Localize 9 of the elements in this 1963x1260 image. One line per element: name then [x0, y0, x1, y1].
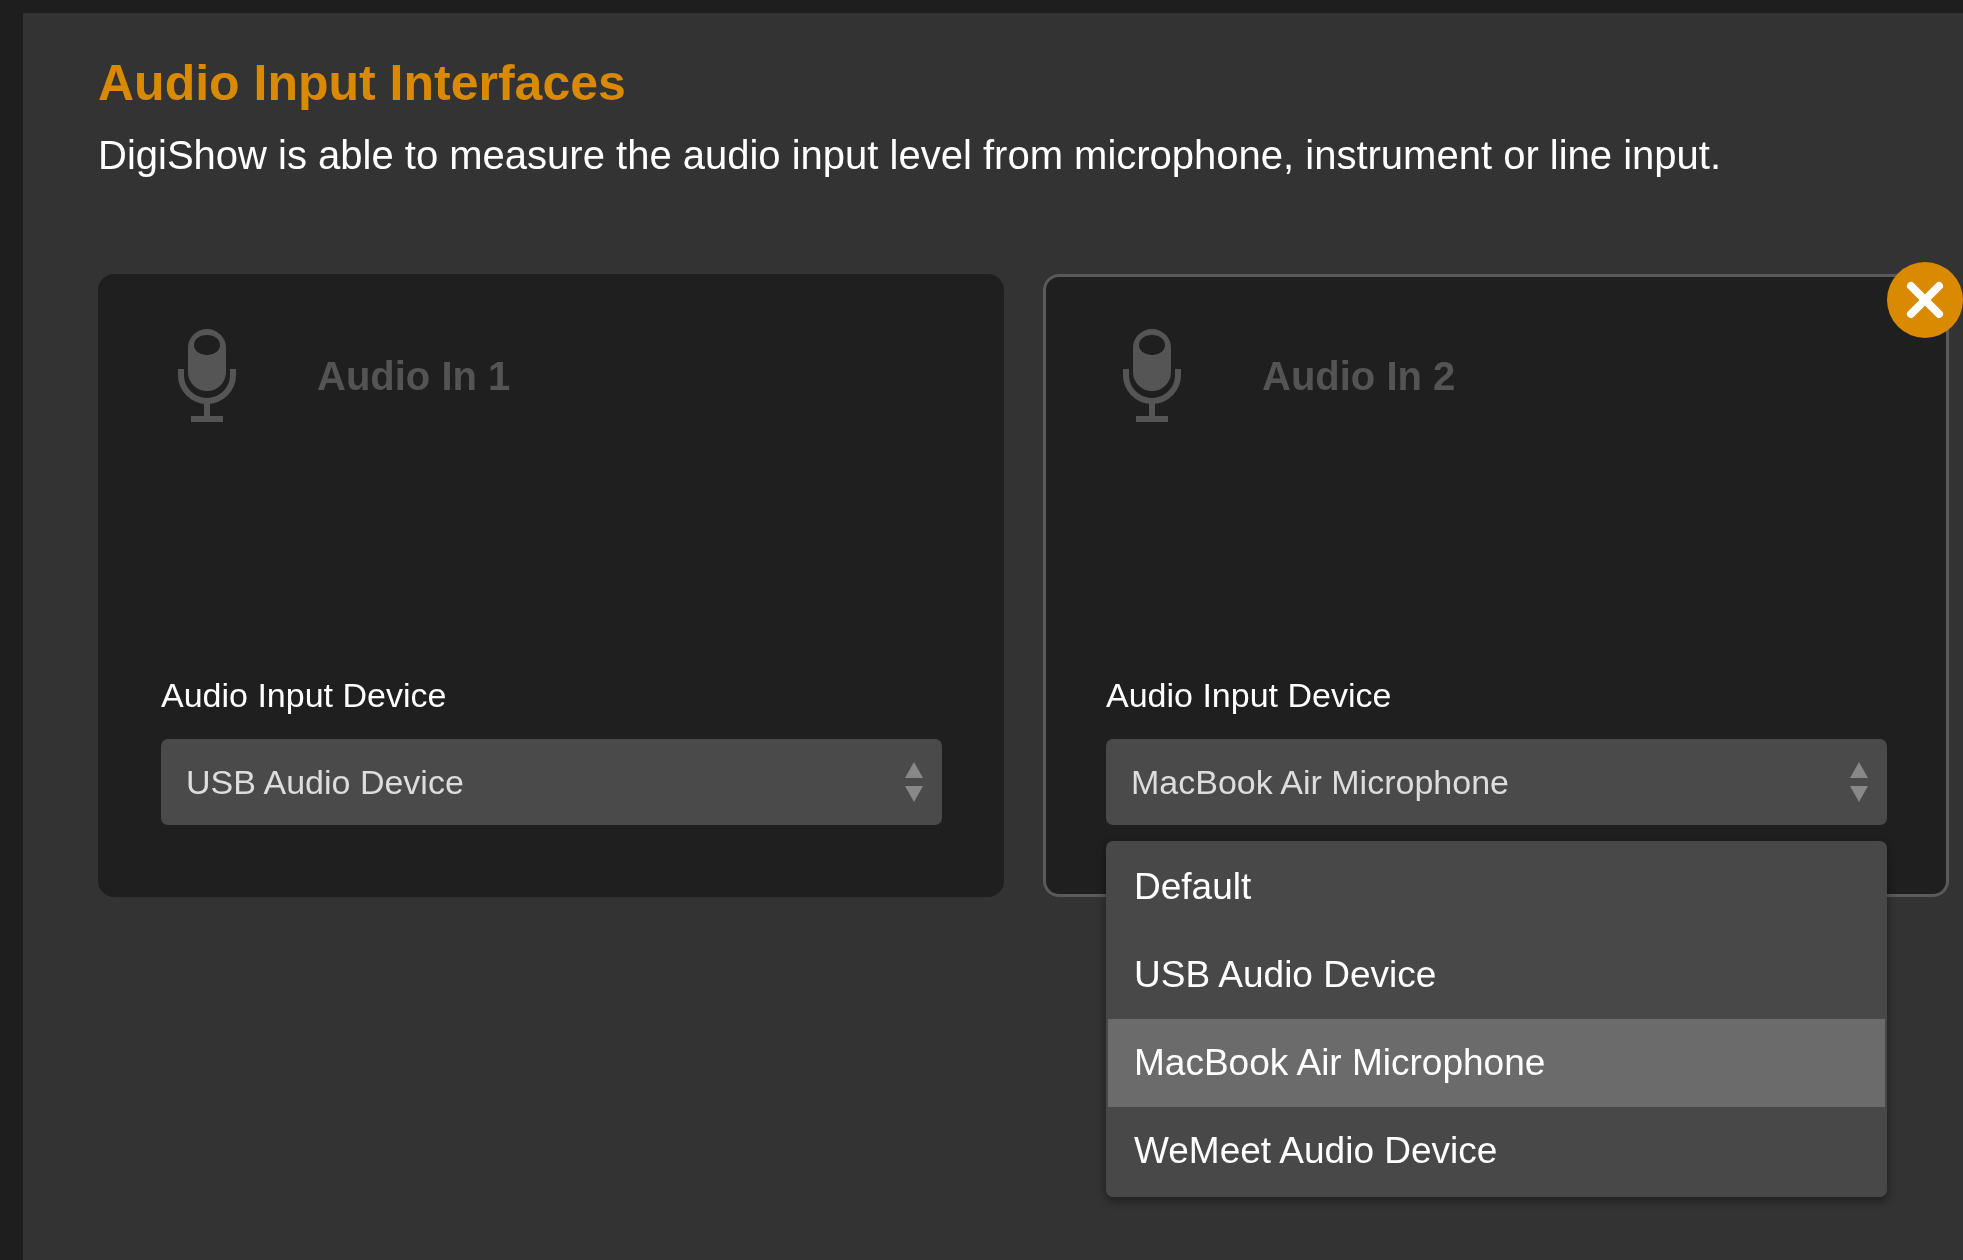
field-label: Audio Input Device	[161, 675, 448, 716]
dropdown-option[interactable]: MacBook Air Microphone	[1108, 1019, 1885, 1107]
description-text: DigiShow is able to measure the audio input level from microphone, instrument or line input.	[98, 132, 1723, 179]
section-title: Audio Input Interfaces	[98, 54, 627, 113]
dropdown-option[interactable]: WeMeet Audio Device	[1108, 1107, 1885, 1195]
field-label: Audio Input Device	[1106, 675, 1393, 716]
dropdown-option[interactable]: USB Audio Device	[1108, 931, 1885, 1019]
device-select[interactable]: USB Audio Device	[161, 739, 942, 825]
device-select[interactable]: MacBook Air Microphone	[1106, 739, 1887, 825]
